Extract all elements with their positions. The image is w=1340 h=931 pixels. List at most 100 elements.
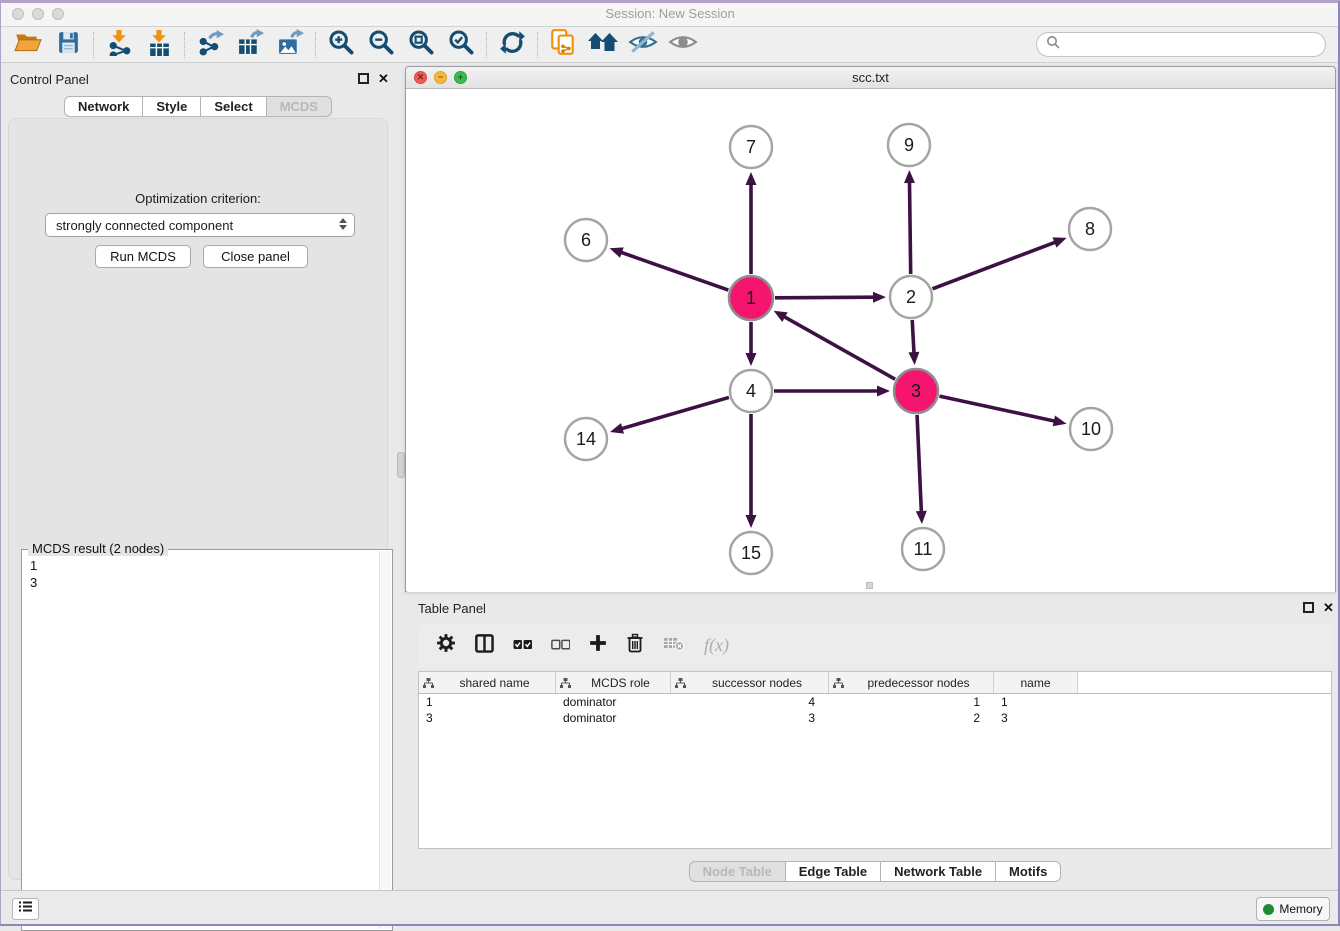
table-toolbar: f(x) bbox=[418, 623, 1332, 668]
tab-network[interactable]: Network bbox=[64, 96, 143, 117]
zoom-out-button[interactable] bbox=[361, 29, 401, 61]
close-panel-button[interactable]: Close panel bbox=[203, 245, 308, 268]
table-header-row: shared nameMCDS rolesuccessor nodesprede… bbox=[419, 672, 1331, 694]
table-cell: 3 bbox=[994, 711, 1078, 725]
edge-arrowhead bbox=[916, 511, 927, 524]
graph-edge[interactable] bbox=[939, 396, 1055, 421]
search-input[interactable] bbox=[1060, 35, 1325, 55]
first-neighbors-button[interactable] bbox=[583, 29, 623, 61]
graph-edge[interactable] bbox=[620, 252, 728, 290]
toolbar-separator bbox=[93, 32, 94, 58]
close-panel-icon[interactable]: ✕ bbox=[378, 71, 389, 87]
memory-button[interactable]: Memory bbox=[1256, 897, 1330, 921]
result-scrollbar[interactable] bbox=[379, 551, 391, 929]
open-session-button[interactable] bbox=[8, 29, 48, 61]
column-header-MCDS-role[interactable]: MCDS role bbox=[556, 672, 671, 693]
delete-table-button[interactable] bbox=[663, 635, 685, 656]
table-cell: 2 bbox=[829, 711, 994, 725]
table-cell: 3 bbox=[419, 711, 556, 725]
tab-style[interactable]: Style bbox=[143, 96, 201, 117]
table-cell: dominator bbox=[556, 711, 671, 725]
criterion-select[interactable]: strongly connected component bbox=[45, 213, 355, 237]
export-image-button[interactable] bbox=[270, 29, 310, 61]
column-header-shared-name[interactable]: shared name bbox=[419, 672, 556, 693]
task-history-button[interactable] bbox=[12, 898, 39, 920]
search-icon bbox=[1046, 35, 1060, 54]
optimization-criterion-label: Optimization criterion: bbox=[9, 191, 387, 206]
import-table-icon bbox=[146, 29, 173, 61]
export-table-button[interactable] bbox=[230, 29, 270, 61]
zoom-selected-button[interactable] bbox=[441, 29, 481, 61]
column-visibility-button[interactable] bbox=[475, 634, 494, 658]
export-network-button[interactable] bbox=[190, 29, 230, 61]
search-field[interactable] bbox=[1036, 32, 1326, 57]
graph-node-label: 1 bbox=[746, 288, 756, 308]
graph-edge[interactable] bbox=[775, 297, 875, 298]
import-table-button[interactable] bbox=[139, 29, 179, 61]
network-canvas[interactable]: 7968124314101511 bbox=[407, 89, 1335, 592]
table-panel-title: Table Panel bbox=[418, 601, 486, 616]
eye-icon bbox=[668, 30, 698, 59]
save-session-button[interactable] bbox=[48, 29, 88, 61]
graph-edge[interactable] bbox=[909, 181, 910, 274]
column-header-successor-nodes[interactable]: successor nodes bbox=[671, 672, 829, 693]
tab-mcds[interactable]: MCDS bbox=[267, 96, 332, 117]
graph-node-label: 2 bbox=[906, 287, 916, 307]
graph-node-label: 14 bbox=[576, 429, 596, 449]
criterion-value: strongly connected component bbox=[56, 218, 233, 233]
close-table-panel-icon[interactable]: ✕ bbox=[1323, 600, 1334, 616]
import-network-icon bbox=[106, 29, 133, 61]
toolbar-separator bbox=[184, 32, 185, 58]
tab-node-table[interactable]: Node Table bbox=[689, 861, 786, 882]
hide-selected-button[interactable] bbox=[623, 29, 663, 61]
unchecked-checkboxes-icon bbox=[551, 637, 570, 655]
toolbar-separator bbox=[486, 32, 487, 58]
delete-column-button[interactable] bbox=[626, 633, 644, 658]
function-builder-button[interactable]: f(x) bbox=[704, 635, 729, 656]
deselect-all-button[interactable] bbox=[551, 637, 570, 655]
clone-network-button[interactable] bbox=[543, 29, 583, 61]
float-table-panel-icon[interactable] bbox=[1303, 602, 1314, 613]
edge-arrowhead bbox=[610, 247, 624, 257]
show-all-button[interactable] bbox=[663, 29, 703, 61]
select-stepper-icon bbox=[339, 218, 347, 230]
graph-edge[interactable] bbox=[933, 242, 1057, 289]
tab-edge-table[interactable]: Edge Table bbox=[786, 861, 881, 882]
edge-arrowhead bbox=[908, 352, 919, 365]
mcds-result-text[interactable]: 1 3 bbox=[22, 553, 378, 930]
graph-edge[interactable] bbox=[621, 397, 729, 429]
graph-edge[interactable] bbox=[912, 320, 914, 354]
node-table[interactable]: shared nameMCDS rolesuccessor nodesprede… bbox=[418, 671, 1332, 849]
memory-status-icon bbox=[1263, 904, 1274, 915]
mcds-result-group: MCDS result (2 nodes) 1 3 bbox=[21, 549, 393, 931]
run-mcds-button[interactable]: Run MCDS bbox=[95, 245, 191, 268]
edge-arrowhead bbox=[873, 292, 886, 303]
graph-edge[interactable] bbox=[783, 316, 895, 379]
table-row[interactable]: 1dominator411 bbox=[419, 694, 1331, 710]
network-window-titlebar[interactable]: ✕ − + scc.txt bbox=[406, 67, 1335, 89]
column-header-name[interactable]: name bbox=[994, 672, 1078, 693]
graph-node-label: 8 bbox=[1085, 219, 1095, 239]
tab-motifs[interactable]: Motifs bbox=[996, 861, 1061, 882]
select-all-button[interactable] bbox=[513, 637, 532, 655]
panel-splitter-handle[interactable] bbox=[397, 452, 405, 478]
graph-edge[interactable] bbox=[917, 415, 921, 513]
float-panel-icon[interactable] bbox=[358, 73, 369, 84]
graph-node-label: 15 bbox=[741, 543, 761, 563]
refresh-layout-button[interactable] bbox=[492, 29, 532, 61]
column-header-predecessor-nodes[interactable]: predecessor nodes bbox=[829, 672, 994, 693]
table-row[interactable]: 3dominator323 bbox=[419, 710, 1331, 726]
table-settings-button[interactable] bbox=[436, 633, 456, 658]
tab-select[interactable]: Select bbox=[201, 96, 266, 117]
add-column-button[interactable] bbox=[589, 634, 607, 657]
edge-arrowhead bbox=[746, 515, 757, 528]
toolbar-separator bbox=[315, 32, 316, 58]
refresh-icon bbox=[499, 29, 526, 61]
tab-network-table[interactable]: Network Table bbox=[881, 861, 996, 882]
table-cell: 3 bbox=[671, 711, 829, 725]
zoom-fit-button[interactable] bbox=[401, 29, 441, 61]
import-network-button[interactable] bbox=[99, 29, 139, 61]
toolbar-separator bbox=[537, 32, 538, 58]
zoom-in-button[interactable] bbox=[321, 29, 361, 61]
frame-resize-handle[interactable] bbox=[866, 582, 873, 589]
